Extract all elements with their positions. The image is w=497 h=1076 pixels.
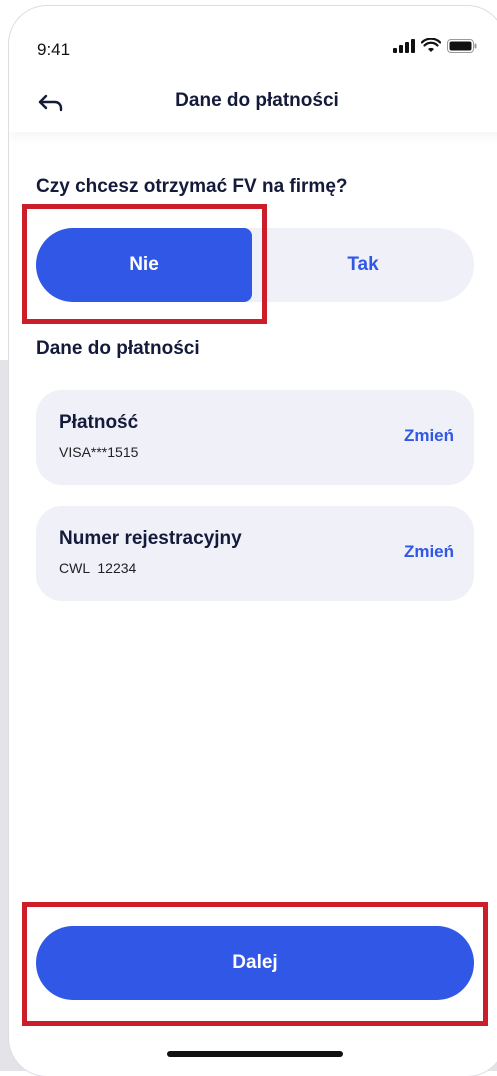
highlight-frame-next [22,902,488,1026]
app-header: Dane do płatności [9,76,497,132]
registration-card: Numer rejestracyjny CWL 12234 Zmień [36,506,474,601]
registration-card-label: Numer rejestracyjny [59,528,242,549]
change-registration-button[interactable]: Zmień [404,542,454,562]
payment-card-label: Płatność [59,412,139,433]
signal-icon [393,38,415,53]
toggle-option-yes[interactable]: Tak [252,228,474,302]
battery-icon [447,38,477,53]
payment-card: Płatność VISA***1515 Zmień [36,390,474,485]
registration-card-value: CWL 12234 [59,560,137,576]
wifi-icon [421,38,441,52]
page-title: Dane do płatności [175,90,339,111]
payment-card-value: VISA***1515 [59,444,139,460]
invoice-question: Czy chcesz otrzymać FV na firmę? [36,176,348,197]
home-indicator [167,1051,343,1057]
status-bar: 9:41 [9,6,497,76]
status-icons [393,38,477,53]
highlight-frame-toggle [22,204,267,324]
change-payment-button[interactable]: Zmień [404,426,454,446]
payment-section-title: Dane do płatności [36,338,200,359]
status-time: 9:41 [37,40,71,59]
